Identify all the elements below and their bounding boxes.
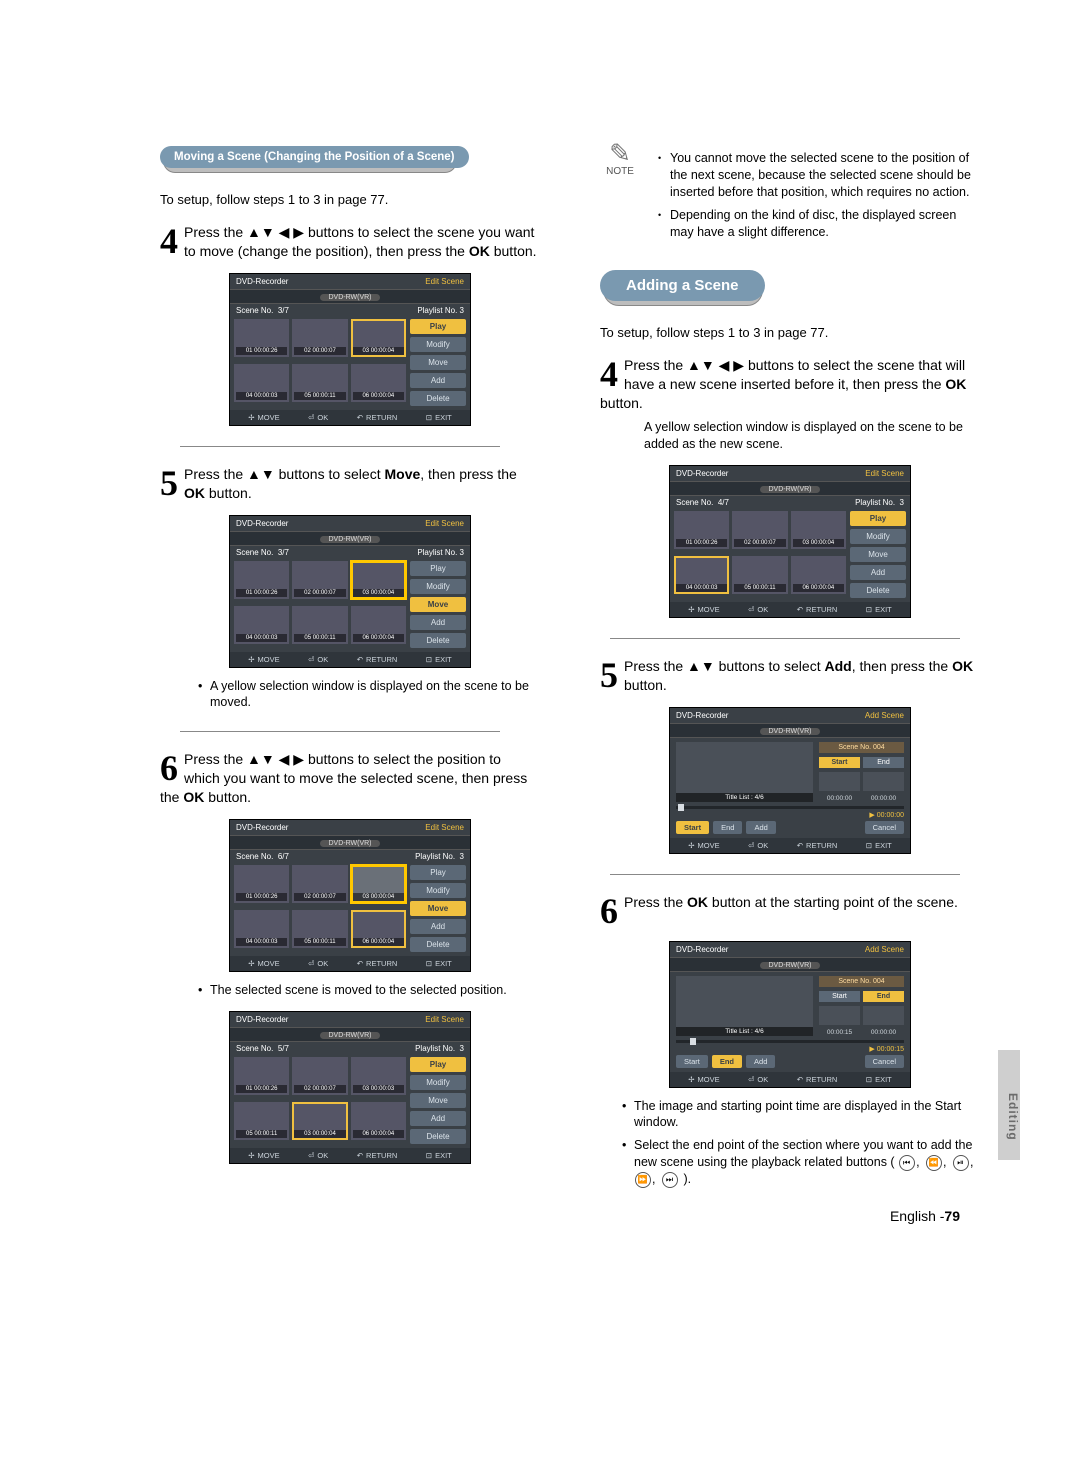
step-left-4: 4 Press the ▲▼ ◀ ▶ buttons to select the… <box>160 223 540 261</box>
play-pause-icon: ⏯ <box>953 1155 969 1171</box>
figure-edit-scene-4: DVD-RecorderEdit Scene DVD-RW(VR) Scene … <box>160 1011 540 1164</box>
figure-edit-scene-2: DVD-RecorderEdit Scene DVD-RW(VR) Scene … <box>160 515 540 668</box>
page-footer: English -79 <box>160 1208 980 1224</box>
separator <box>180 731 500 732</box>
step6-note: The selected scene is moved to the selec… <box>198 982 540 999</box>
step-number: 4 <box>160 223 178 259</box>
setup-line-right: To setup, follow steps 1 to 3 in page 77… <box>600 325 980 340</box>
note-item: Depending on the kind of disc, the displ… <box>658 207 980 241</box>
forward-icon: ⏩ <box>635 1172 651 1188</box>
separator <box>180 446 500 447</box>
skip-fwd-icon: ⏭ <box>662 1172 678 1188</box>
step6-right-notes: The image and starting point time are di… <box>622 1098 980 1188</box>
note-item: You cannot move the selected scene to th… <box>658 150 980 201</box>
arrows-icon: ▲▼ <box>247 466 275 482</box>
step-right-4: 4 Press the ▲▼ ◀ ▶ buttons to select the… <box>600 356 980 413</box>
skip-back-icon: ⏮ <box>899 1155 915 1171</box>
rewind-icon: ⏪ <box>926 1155 942 1171</box>
arrows-icon: ▲▼ ◀ ▶ <box>247 224 304 240</box>
figure-edit-scene-3: DVD-RecorderEdit Scene DVD-RW(VR) Scene … <box>160 819 540 972</box>
step4-subnote: A yellow selection window is displayed o… <box>644 419 980 453</box>
step-left-5: 5 Press the ▲▼ buttons to select Move, t… <box>160 465 540 503</box>
section-header-moving: Moving a Scene (Changing the Position of… <box>160 146 469 168</box>
section-tab-editing: Editing <box>998 1050 1020 1160</box>
note-item: The image and starting point time are di… <box>622 1098 980 1132</box>
separator <box>610 638 960 639</box>
setup-line-left: To setup, follow steps 1 to 3 in page 77… <box>160 192 540 207</box>
section-header-adding: Adding a Scene Adding a Scene <box>600 270 765 301</box>
figure-edit-scene-1: DVD-RecorderEdit Scene DVD-RW(VR) Scene … <box>160 273 540 426</box>
arrows-icon: ▲▼ ◀ ▶ <box>687 357 744 373</box>
step-left-6: 6 Press the ▲▼ ◀ ▶ buttons to select the… <box>160 750 540 807</box>
step-right-6: 6 Press the OK button at the starting po… <box>600 893 980 929</box>
figure-add-scene-1: DVD-RecorderAdd Scene DVD-RW(VR) Title L… <box>600 707 980 854</box>
figure-edit-scene-add1: DVD-RecorderEdit Scene DVD-RW(VR) Scene … <box>600 465 980 618</box>
arrows-icon: ▲▼ ◀ ▶ <box>247 751 304 767</box>
figure-add-scene-2: DVD-RecorderAdd Scene DVD-RW(VR) Title L… <box>600 941 980 1088</box>
note-icon: ✎ NOTE <box>600 140 640 250</box>
step5-note: A yellow selection window is displayed o… <box>198 678 540 712</box>
note-block: ✎ NOTE You cannot move the selected scen… <box>600 140 980 250</box>
separator <box>610 874 960 875</box>
note-item: Select the end point of the section wher… <box>622 1137 980 1188</box>
step-right-5: 5 Press the ▲▼ buttons to select Add, th… <box>600 657 980 695</box>
arrows-icon: ▲▼ <box>687 658 715 674</box>
